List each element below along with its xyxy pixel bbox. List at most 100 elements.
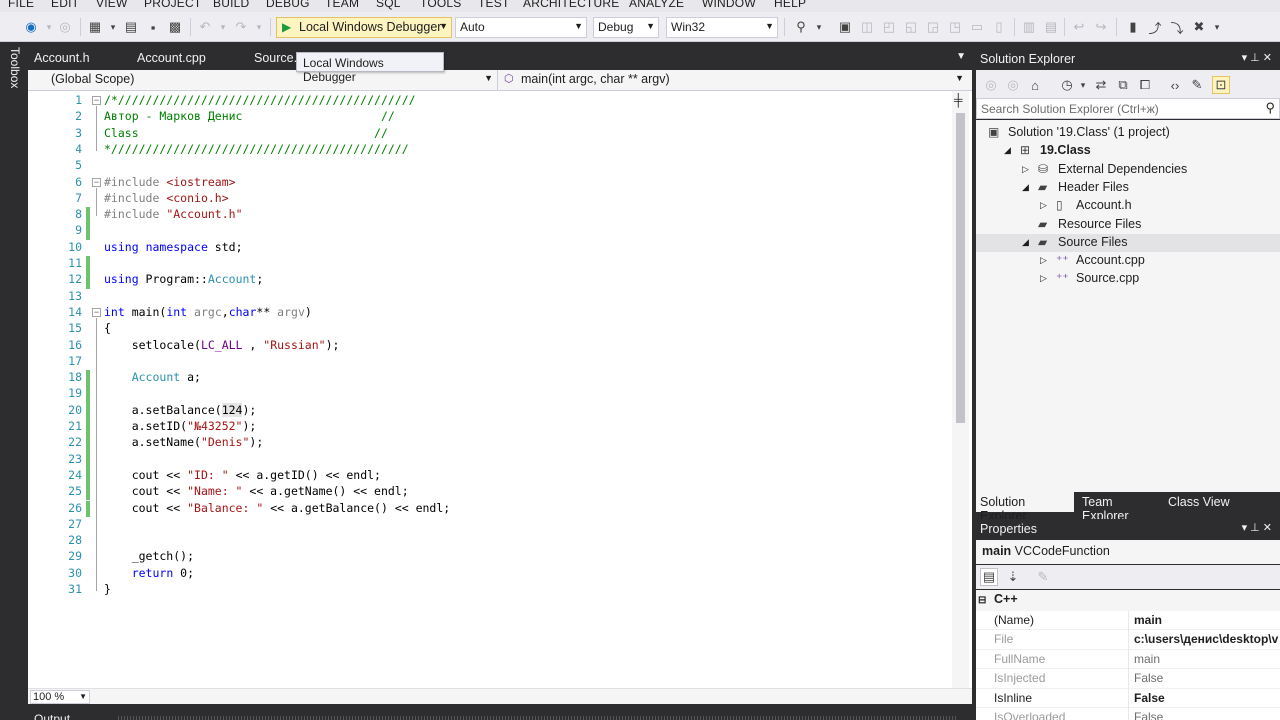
undo-dropdown-icon[interactable]: ▾ — [214, 18, 232, 36]
property-row[interactable]: File c:\users\денис\desktop\v — [976, 630, 1280, 650]
tab-solution-explorer[interactable]: Solution Explorer — [976, 492, 1074, 523]
tab-account-h[interactable]: Account.h — [34, 51, 90, 65]
property-row[interactable]: (Name) main — [976, 611, 1280, 631]
code-line[interactable]: { — [104, 321, 111, 335]
menu-debug[interactable]: DEBUG — [266, 0, 310, 10]
tree-item[interactable]: ▣ Solution '19.Class' (1 project) — [976, 124, 1280, 142]
code-line[interactable]: int main(int argc,char** argv) — [104, 305, 312, 319]
horizontal-scrollbar[interactable]: 100 % ▼ — [28, 688, 972, 704]
property-value[interactable]: main — [1134, 613, 1162, 627]
property-row[interactable]: FullName main — [976, 649, 1280, 670]
tab-account-cpp[interactable]: Account.cpp — [137, 51, 206, 65]
output-label[interactable]: Output — [34, 712, 70, 720]
collapse-icon[interactable]: ⊟ — [978, 595, 988, 606]
code-line[interactable]: a.setBalance(124); — [104, 402, 256, 417]
fold-toggle-icon[interactable]: − — [92, 307, 101, 317]
prev-bookmark-icon[interactable]: ⤴ — [1146, 18, 1164, 36]
scroll-thumb[interactable] — [956, 113, 965, 423]
toolbar-overflow-icon[interactable]: ▾ — [1208, 18, 1226, 36]
redo-icon[interactable]: ↷ — [232, 18, 250, 36]
solution-explorer-search[interactable]: Search Solution Explorer (Ctrl+ж) ⚲ — [976, 98, 1280, 119]
code-line[interactable]: _getch(); — [104, 549, 194, 563]
outdent-icon[interactable]: ▭ — [968, 18, 986, 36]
fold-toggle-icon[interactable]: − — [92, 177, 101, 187]
function-combo[interactable]: ⬡ main(int argc, char ** argv) ▼ — [502, 70, 968, 90]
save-icon[interactable]: ▪ — [144, 18, 162, 36]
bookmark-icon[interactable]: ◫ — [858, 18, 876, 36]
sync-icon[interactable]: ⇄ — [1092, 76, 1110, 94]
collapse-arrow-icon[interactable]: ◢ — [1004, 145, 1011, 156]
view-code-icon[interactable]: ‹› — [1166, 76, 1184, 94]
menu-edit[interactable]: EDIT — [51, 0, 79, 10]
tab-team-explorer[interactable]: Team Explorer — [1078, 492, 1166, 523]
code-line[interactable]: } — [104, 582, 111, 596]
property-row[interactable]: IsInline False — [976, 688, 1280, 708]
layout-icon[interactable]: ▥ — [1020, 18, 1038, 36]
code-line[interactable]: #include "Account.h" — [104, 207, 243, 221]
properties-icon[interactable]: ✎ — [1188, 76, 1206, 94]
code-line[interactable]: Account a; — [104, 370, 201, 384]
preview-icon[interactable]: ⊡ — [1212, 76, 1230, 94]
menu-team[interactable]: TEAM — [325, 0, 359, 10]
property-value[interactable]: main — [1134, 652, 1160, 666]
next-bookmark-icon[interactable]: ⤵ — [1168, 18, 1186, 36]
new-dropdown-icon[interactable]: ▾ — [104, 18, 122, 36]
code-line[interactable]: #include <iostream> — [104, 175, 236, 189]
fold-toggle-icon[interactable]: − — [92, 96, 101, 105]
clear-bookmarks-icon[interactable]: ✖ — [1190, 18, 1208, 36]
collapse-all-icon[interactable]: ⧉ — [1114, 76, 1132, 94]
property-row[interactable]: IsOverloaded False — [976, 708, 1280, 720]
property-value[interactable]: False — [1134, 710, 1163, 720]
tree-item[interactable]: ▷ ⛁ External Dependencies — [976, 161, 1280, 179]
code-line[interactable]: cout << "ID: " << a.getID() << endl; — [104, 468, 381, 482]
menu-analyze[interactable]: ANALYZE — [629, 0, 684, 10]
open-file-icon[interactable]: ▤ — [122, 18, 140, 36]
properties-object-selector[interactable]: main VCCodeFunction — [976, 540, 1280, 564]
bookmark-toggle-icon[interactable]: ▮ — [1124, 18, 1142, 36]
property-value[interactable]: c:\users\денис\desktop\v — [1134, 632, 1278, 646]
alphabetical-icon[interactable]: ⇣ — [1004, 568, 1022, 586]
step-forward-icon[interactable]: ↪ — [1092, 18, 1110, 36]
code-line[interactable]: Автор - Марков Денис // — [104, 109, 395, 123]
tab-class-view[interactable]: Class View — [1164, 492, 1244, 512]
attach-dropdown-icon[interactable]: ▾ — [810, 18, 828, 36]
tab-source-cpp[interactable]: Source. — [254, 51, 297, 65]
indent-icon[interactable]: ◳ — [946, 18, 964, 36]
format-icon[interactable]: ▯ — [990, 18, 1008, 36]
code-line[interactable]: #include <conio.h> — [104, 191, 229, 205]
code-line[interactable]: Class // — [104, 126, 388, 140]
solution-config-combo[interactable]: Auto ▼ — [455, 17, 587, 38]
attach-icon[interactable]: ⚲ — [792, 18, 810, 36]
code-line[interactable]: using namespace std; — [104, 240, 243, 254]
uncomment-icon[interactable]: ◲ — [924, 18, 942, 36]
tree-item[interactable]: ▷ ⁺⁺ Account.cpp — [976, 252, 1280, 270]
forward-icon[interactable]: ◎ — [1004, 76, 1022, 94]
menu-file[interactable]: FILE — [8, 0, 34, 10]
back-icon[interactable]: ◉ — [22, 18, 40, 36]
menu-view[interactable]: VIEW — [96, 0, 127, 10]
align-icon[interactable]: ▤ — [1042, 18, 1060, 36]
property-pages-icon[interactable]: ✎ — [1034, 568, 1052, 586]
find-icon[interactable]: ◰ — [880, 18, 898, 36]
code-line[interactable]: cout << "Balance: " << a.getBalance() <<… — [104, 501, 451, 515]
toolbox-tab[interactable]: Toolbox — [8, 47, 22, 88]
scope-combo[interactable]: (Global Scope) ▼ — [32, 70, 498, 90]
redo-dropdown-icon[interactable]: ▾ — [250, 18, 268, 36]
code-line[interactable]: cout << "Name: " << a.getName() << endl; — [104, 484, 409, 498]
property-value[interactable]: False — [1134, 671, 1163, 685]
tree-item[interactable]: ◢ ▰ Source Files — [976, 233, 1280, 252]
code-line[interactable]: /*//////////////////////////////////////… — [104, 93, 416, 107]
categorized-icon[interactable]: ▤ — [980, 568, 998, 586]
property-row[interactable]: IsInjected False — [976, 669, 1280, 689]
tree-item[interactable]: ▰ Resource Files — [976, 216, 1280, 234]
history-dropdown-icon[interactable]: ▾ — [1074, 76, 1092, 94]
home-icon[interactable]: ⌂ — [1026, 76, 1044, 94]
expand-arrow-icon[interactable]: ▷ — [1040, 273, 1047, 284]
code-line[interactable]: *///////////////////////////////////////… — [104, 142, 409, 156]
menu-architecture[interactable]: ARCHITECTURE — [523, 0, 619, 10]
tree-item[interactable]: ◢ ▰ Header Files — [976, 179, 1280, 197]
menu-help[interactable]: HELP — [774, 0, 806, 10]
save-all-icon[interactable]: ▩ — [166, 18, 184, 36]
expand-arrow-icon[interactable]: ▷ — [1040, 200, 1047, 211]
category-header[interactable]: ⊟ C++ — [976, 592, 1018, 606]
